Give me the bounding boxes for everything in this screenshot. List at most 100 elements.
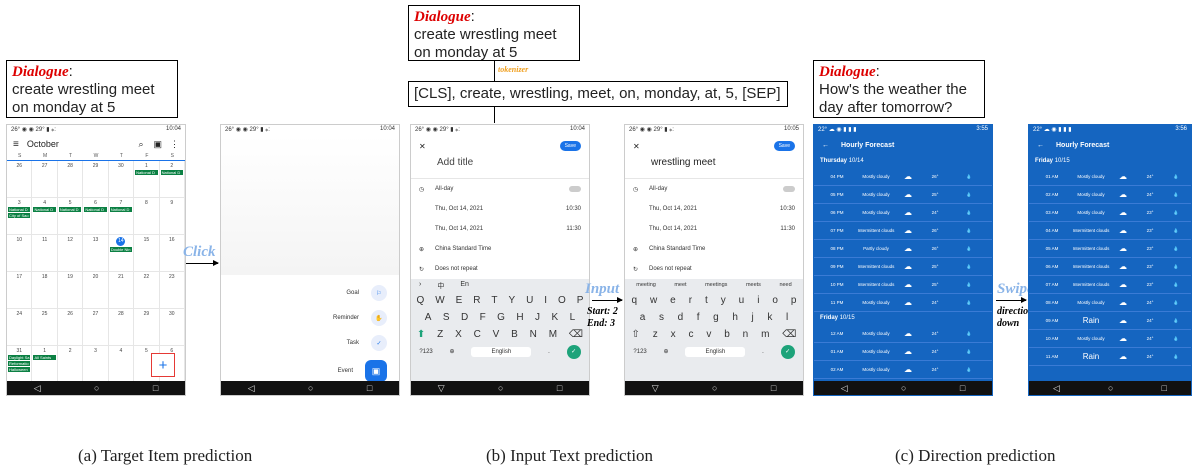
menu-event[interactable]: Event — [338, 368, 353, 374]
event-chip[interactable]: Reformatio — [8, 361, 31, 366]
calendar-day-cell[interactable]: 21 — [108, 272, 135, 309]
key[interactable]: e — [670, 295, 676, 306]
back-icon[interactable]: ▽ — [438, 383, 445, 394]
calendar-day-cell[interactable]: 3 — [83, 346, 109, 383]
key[interactable]: D — [461, 312, 468, 323]
forecast-row[interactable]: 01 AM Mostly cloudy ☁ 24° 💧 — [814, 343, 992, 361]
event-chip[interactable]: Halloween — [8, 367, 31, 372]
calendar-day-cell[interactable]: 23 — [159, 272, 185, 309]
globe-key-icon[interactable]: ⊕ — [450, 348, 455, 355]
forecast-row[interactable]: 02 AM Mostly cloudy ☁ 24° 💧 — [1029, 186, 1191, 204]
forecast-row[interactable]: 09 AM Rain ☁ 24° 💧 — [1029, 312, 1191, 330]
end-time[interactable]: 11:30 — [566, 226, 581, 232]
key[interactable]: R — [473, 295, 480, 306]
key[interactable]: c — [688, 329, 693, 340]
forecast-row[interactable]: 08 PM Partly cloudy ☁ 26° 💧 — [814, 240, 992, 258]
event-chip[interactable]: National D — [84, 207, 107, 212]
forecast-row[interactable]: 11 AM Rain ☁ 24° 💧 — [1029, 348, 1191, 366]
key[interactable]: b — [724, 329, 730, 340]
close-icon[interactable]: ✕ — [633, 142, 640, 151]
calendar-day-cell[interactable]: 19 — [57, 272, 84, 309]
forecast-row[interactable]: 02 AM Mostly cloudy ☁ 24° 💧 — [814, 361, 992, 379]
key[interactable]: x — [671, 329, 676, 340]
back-icon[interactable]: ◁ — [1053, 383, 1060, 394]
enter-key-icon[interactable]: ✓ — [566, 344, 581, 359]
key[interactable]: W — [435, 295, 444, 306]
repeat[interactable]: Does not repeat — [435, 266, 478, 272]
calendar-day-cell[interactable]: 22 — [134, 272, 160, 309]
home-icon[interactable]: ○ — [712, 383, 717, 393]
forecast-row[interactable]: 04 AM Intermittent clouds ☁ 23° 💧 — [1029, 222, 1191, 240]
allday-toggle[interactable] — [569, 186, 581, 192]
recents-icon[interactable]: □ — [771, 383, 776, 393]
key[interactable]: C — [474, 329, 481, 340]
forecast-row[interactable]: 05 PM Mostly cloudy ☁ 25° 💧 — [814, 186, 992, 204]
calendar-day-cell[interactable]: 30 — [159, 309, 185, 346]
save-button[interactable]: Save — [559, 141, 581, 151]
forecast-row[interactable]: 06 AM Intermittent clouds ☁ 23° 💧 — [1029, 258, 1191, 276]
key[interactable]: f — [697, 312, 700, 323]
save-button[interactable]: Save — [773, 141, 795, 151]
forecast-row[interactable]: 07 PM Intermittent clouds ☁ 26° 💧 — [814, 222, 992, 240]
suggestion[interactable]: meets — [746, 282, 761, 289]
calendar-day-cell[interactable]: 4 — [108, 346, 135, 383]
event-chip[interactable]: City of Sao — [8, 213, 31, 218]
key[interactable]: Z — [437, 329, 443, 340]
event-chip[interactable]: National D — [160, 170, 183, 175]
home-icon[interactable]: ○ — [1108, 383, 1113, 393]
start-time[interactable]: 10:30 — [780, 206, 795, 212]
calendar-day-cell[interactable]: 14 Double Nin — [108, 235, 135, 272]
key[interactable]: T — [491, 295, 497, 306]
timezone[interactable]: China Standard Time — [435, 246, 491, 252]
backspace-key-icon[interactable]: ⌫ — [569, 329, 583, 340]
add-button[interactable]: + — [151, 353, 175, 377]
space-key[interactable]: English — [471, 346, 532, 357]
key[interactable]: H — [516, 312, 523, 323]
search-icon[interactable]: ⌕ — [138, 139, 143, 150]
menu-icon[interactable]: ≡ — [13, 139, 19, 150]
key[interactable]: u — [739, 295, 745, 306]
calendar-day-cell[interactable]: 28 — [57, 161, 84, 198]
end-date[interactable]: Thu, Oct 14, 2021 — [649, 226, 780, 232]
calendar-day-cell[interactable]: 5 National D — [57, 198, 84, 235]
key[interactable]: J — [535, 312, 540, 323]
calendar-day-cell[interactable]: 20 — [83, 272, 109, 309]
calendar-day-cell[interactable]: 4 National D — [32, 198, 58, 235]
calendar-day-cell[interactable]: 10 — [7, 235, 33, 272]
home-icon[interactable]: ○ — [94, 383, 99, 393]
key[interactable]: Y — [508, 295, 515, 306]
forecast-row[interactable]: 10 AM Mostly cloudy ☁ 24° 💧 — [1029, 330, 1191, 348]
calendar-day-cell[interactable]: 27 — [32, 161, 58, 198]
key[interactable]: k — [767, 312, 772, 323]
key[interactable]: s — [659, 312, 664, 323]
back-icon[interactable]: ◁ — [841, 383, 848, 394]
key[interactable]: A — [425, 312, 432, 323]
suggestion[interactable]: need — [779, 282, 791, 289]
calendar-day-cell[interactable]: 15 — [134, 235, 160, 272]
kb-lang-en[interactable]: En — [460, 281, 469, 290]
key[interactable]: U — [526, 295, 533, 306]
key[interactable]: Q — [416, 295, 424, 306]
key[interactable]: X — [455, 329, 462, 340]
calendar-day-cell[interactable]: 6 National D — [83, 198, 109, 235]
calendar-day-cell[interactable]: 1 National D — [134, 161, 160, 198]
home-icon[interactable]: ○ — [901, 383, 906, 393]
key[interactable]: o — [772, 295, 778, 306]
menu-reminder[interactable]: Reminder — [333, 315, 359, 321]
forecast-row[interactable]: 07 AM Intermittent clouds ☁ 23° 💧 — [1029, 276, 1191, 294]
recents-icon[interactable]: □ — [367, 383, 372, 393]
calendar-day-cell[interactable]: 1 All Saints — [32, 346, 58, 383]
event-chip[interactable]: Double Nin — [109, 247, 133, 252]
forecast-row[interactable]: 01 AM Mostly cloudy ☁ 24° 💧 — [1029, 168, 1191, 186]
event-icon[interactable]: ▣ — [365, 360, 387, 382]
back-icon[interactable]: ◁ — [248, 383, 255, 394]
allday-toggle[interactable] — [783, 186, 795, 192]
key[interactable]: q — [631, 295, 637, 306]
backspace-key-icon[interactable]: ⌫ — [782, 329, 796, 340]
menu-goal[interactable]: Goal — [346, 290, 359, 296]
key[interactable]: P — [577, 295, 584, 306]
calendar-day-cell[interactable]: 28 — [108, 309, 135, 346]
calendar-day-cell[interactable]: 27 — [83, 309, 109, 346]
event-chip[interactable]: National D — [33, 207, 56, 212]
back-icon[interactable]: ▽ — [652, 383, 659, 394]
